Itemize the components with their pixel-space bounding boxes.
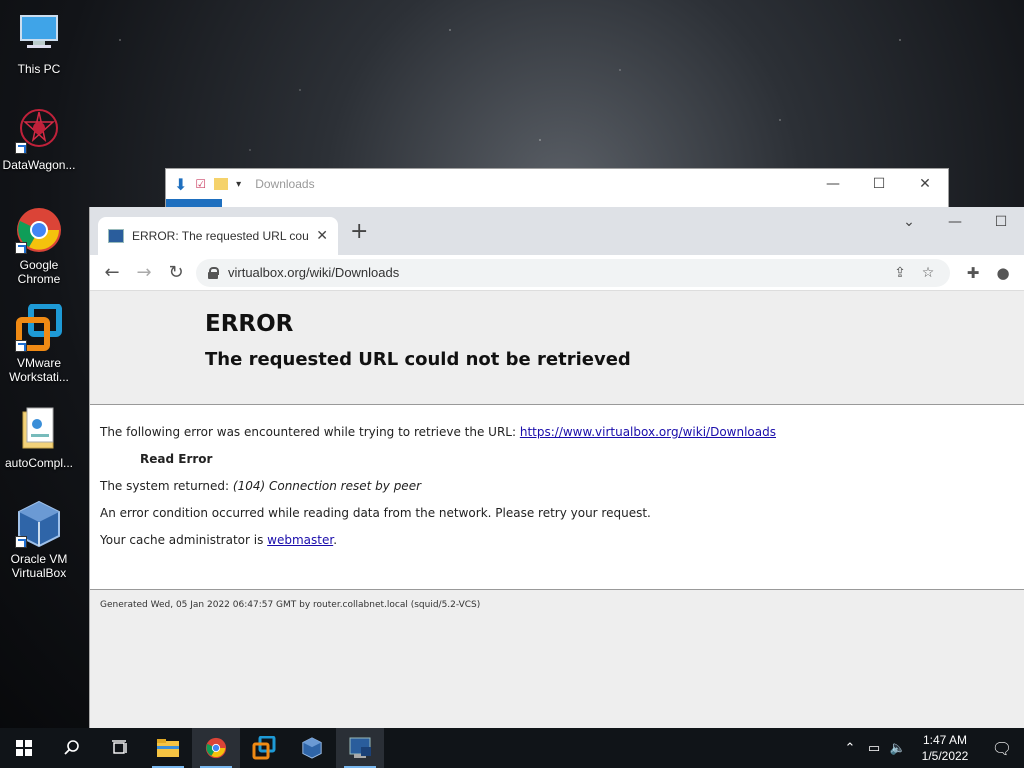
- favicon-icon: [108, 229, 124, 243]
- desktop-icon-this-pc[interactable]: This PC: [0, 10, 78, 76]
- cache-admin-line: Your cache administrator is webmaster.: [100, 527, 1024, 554]
- folder-icon: [157, 739, 179, 757]
- error-footer: Generated Wed, 05 Jan 2022 06:47:57 GMT …: [90, 589, 1024, 728]
- system-returned-prefix: The system returned:: [100, 479, 233, 493]
- system-returned-line: The system returned: (104) Connection re…: [100, 473, 1024, 500]
- win98-vm-icon: [349, 737, 371, 758]
- minimize-button[interactable]: —: [932, 207, 978, 237]
- notification-center-icon[interactable]: 🗨: [980, 739, 1024, 758]
- taskbar-virtualbox[interactable]: [288, 728, 336, 768]
- cache-admin-prefix: Your cache administrator is: [100, 533, 268, 547]
- read-error-label: Read Error: [140, 452, 213, 466]
- shortcut-arrow-icon: [15, 142, 27, 154]
- taskbar-chrome[interactable]: [192, 728, 240, 768]
- new-tab-button[interactable]: +: [350, 221, 368, 243]
- windows-logo-icon: [16, 740, 32, 756]
- back-arrow-icon[interactable]: ←: [96, 259, 128, 287]
- generated-info: Generated Wed, 05 Jan 2022 06:47:57 GMT …: [100, 600, 481, 610]
- task-view-icon: [112, 740, 127, 754]
- clock[interactable]: 1:47 AM 1/5/2022: [910, 732, 980, 764]
- forward-arrow-icon[interactable]: →: [128, 259, 160, 287]
- desktop-icon-virtualbox[interactable]: Oracle VM VirtualBox: [0, 500, 78, 580]
- system-returned-code: (104) Connection reset by peer: [232, 479, 422, 493]
- error-header: ERROR The requested URL could not be ret…: [90, 291, 1024, 405]
- desktop-icon-label: This PC: [17, 62, 61, 76]
- desktop-icon-label: Google Chrome: [17, 258, 61, 286]
- tab-strip: ERROR: The requested URL could ✕ + ⌄ — ☐: [90, 207, 1024, 255]
- quick-access-dropdown-icon[interactable]: ▾: [236, 179, 241, 190]
- datawagon-logo-icon: [15, 106, 63, 154]
- taskbar-file-explorer[interactable]: [144, 728, 192, 768]
- desktop-icon-datawagon[interactable]: DataWagon...: [0, 106, 78, 172]
- address-bar[interactable]: virtualbox.org/wiki/Downloads ⇪ ☆: [196, 258, 950, 287]
- monitor-icon: [15, 10, 63, 58]
- error-condition-line: An error condition occurred while readin…: [100, 506, 651, 520]
- virtualbox-icon: [302, 737, 322, 759]
- properties-icon[interactable]: ☑: [195, 177, 206, 191]
- system-tray: ⌃ ▭ 🔈 1:47 AM 1/5/2022 🗨: [838, 728, 1024, 768]
- error-subheading: The requested URL could not be retrieved: [205, 349, 631, 370]
- taskbar-vmware[interactable]: [240, 728, 288, 768]
- clock-date: 1/5/2022: [921, 749, 969, 763]
- task-view-button[interactable]: [96, 728, 144, 768]
- search-icon: [64, 740, 79, 755]
- shortcut-arrow-icon: [15, 536, 27, 548]
- error-url-line: The following error was encountered whil…: [100, 419, 1024, 446]
- desktop-icon-google-chrome[interactable]: Google Chrome: [0, 206, 78, 286]
- desktop-icon-autocomplete[interactable]: autoCompl...: [0, 404, 78, 470]
- cache-admin-suffix: .: [333, 533, 338, 547]
- new-folder-icon[interactable]: [214, 178, 229, 190]
- maximize-button[interactable]: ☐: [978, 207, 1024, 237]
- folder-document-icon: [15, 404, 63, 452]
- desktop-icon-label: DataWagon...: [2, 158, 76, 172]
- tab-search-chevron-icon[interactable]: ⌄: [886, 207, 932, 237]
- error-heading: ERROR: [205, 311, 294, 337]
- webmaster-link[interactable]: webmaster: [267, 533, 333, 547]
- extensions-puzzle-icon[interactable]: ✚: [958, 264, 988, 282]
- reload-icon[interactable]: ↻: [160, 259, 192, 287]
- shortcut-arrow-icon: [15, 242, 27, 254]
- chrome-window[interactable]: ERROR: The requested URL could ✕ + ⌄ — ☐…: [89, 207, 1024, 728]
- maximize-button[interactable]: ☐: [856, 176, 902, 192]
- error-details: The following error was encountered whil…: [90, 405, 1024, 554]
- download-arrow-icon: ⬇: [174, 174, 188, 194]
- browser-toolbar: ← → ↻ virtualbox.org/wiki/Downloads ⇪ ☆ …: [90, 255, 1024, 291]
- desktop-icon-label: VMware Workstati...: [9, 356, 69, 384]
- virtualbox-icon: [15, 500, 63, 548]
- page-content: ERROR The requested URL could not be ret…: [90, 291, 1024, 728]
- error-url-prefix: The following error was encountered whil…: [100, 425, 520, 439]
- minimize-button[interactable]: —: [810, 176, 856, 192]
- error-url-link[interactable]: https://www.virtualbox.org/wiki/Download…: [520, 425, 776, 439]
- search-button[interactable]: [48, 728, 96, 768]
- lock-icon[interactable]: [208, 266, 219, 279]
- show-hidden-icons-chevron-icon[interactable]: ⌃: [838, 741, 862, 756]
- clock-time: 1:47 AM: [922, 733, 968, 747]
- url-text[interactable]: virtualbox.org/wiki/Downloads: [228, 265, 886, 280]
- network-icon[interactable]: ▭: [862, 741, 886, 756]
- desktop-icon-label: Oracle VM VirtualBox: [10, 552, 68, 580]
- start-button[interactable]: [0, 728, 48, 768]
- desktop-icon-vmware[interactable]: VMware Workstati...: [0, 303, 78, 384]
- bookmark-star-icon[interactable]: ☆: [914, 265, 942, 281]
- tab-close-icon[interactable]: ✕: [316, 228, 328, 244]
- shortcut-arrow-icon: [15, 340, 27, 352]
- chrome-icon: [15, 206, 63, 254]
- desktop-icon-label: autoCompl...: [4, 456, 74, 470]
- profile-avatar-icon[interactable]: ●: [988, 264, 1018, 282]
- volume-muted-icon[interactable]: 🔈: [886, 741, 910, 756]
- taskbar-win98-vm[interactable]: [336, 728, 384, 768]
- tab-title: ERROR: The requested URL could: [132, 229, 309, 243]
- vmware-icon: [252, 736, 276, 760]
- share-icon[interactable]: ⇪: [886, 265, 914, 281]
- vmware-icon: [15, 303, 63, 352]
- chrome-icon: [205, 737, 227, 759]
- taskbar: ⌃ ▭ 🔈 1:47 AM 1/5/2022 🗨: [0, 728, 1024, 768]
- active-tab[interactable]: ERROR: The requested URL could ✕: [98, 217, 338, 255]
- close-button[interactable]: ✕: [902, 176, 948, 192]
- explorer-title: Downloads: [255, 177, 315, 191]
